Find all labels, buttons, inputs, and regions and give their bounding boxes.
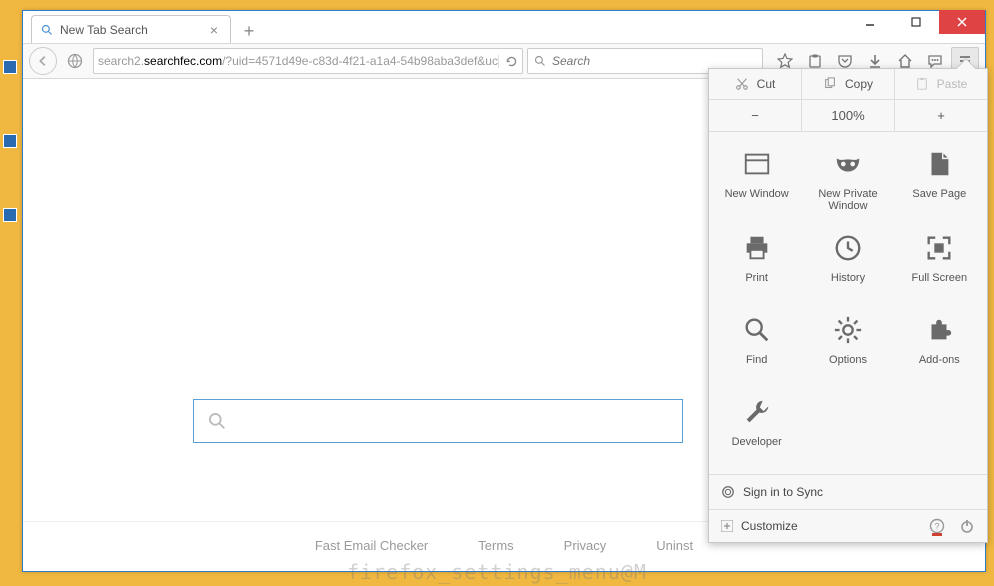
menu-item-label: Full Screen bbox=[912, 272, 968, 284]
menu-addons[interactable]: Add-ons bbox=[896, 306, 983, 384]
menu-history[interactable]: History bbox=[804, 224, 891, 302]
scissors-icon bbox=[735, 77, 749, 91]
url-pre: search2. bbox=[98, 54, 144, 68]
menu-item-label: New Window bbox=[725, 188, 789, 200]
zoom-level[interactable]: 100% bbox=[802, 100, 895, 131]
menu-find[interactable]: Find bbox=[713, 306, 800, 384]
search-input[interactable] bbox=[552, 54, 758, 68]
menu-item-label: Find bbox=[746, 354, 767, 366]
paste-button: Paste bbox=[895, 69, 987, 99]
menu-item-label: New Private Window bbox=[806, 188, 889, 212]
page-search-box[interactable] bbox=[193, 399, 683, 443]
paste-label: Paste bbox=[937, 77, 968, 91]
sign-in-to-sync[interactable]: Sign in to Sync bbox=[709, 474, 987, 509]
back-button[interactable] bbox=[29, 47, 57, 75]
url-text: search2.searchfec.com/?uid=4571d49e-c83d… bbox=[98, 54, 498, 68]
paste-icon bbox=[915, 77, 929, 91]
hamburger-menu-panel: Cut Copy Paste − 100% + New Window New P… bbox=[708, 68, 988, 543]
power-icon[interactable] bbox=[959, 518, 975, 534]
zoom-row: − 100% + bbox=[709, 100, 987, 132]
printer-icon bbox=[741, 232, 773, 264]
menu-new-window[interactable]: New Window bbox=[713, 140, 800, 220]
footer-link[interactable]: Privacy bbox=[564, 538, 607, 553]
fullscreen-icon bbox=[923, 232, 955, 264]
tab-close-button[interactable]: × bbox=[206, 22, 222, 38]
search-icon bbox=[40, 23, 54, 37]
file-icon bbox=[923, 148, 955, 180]
clock-icon bbox=[832, 232, 864, 264]
menu-item-label: Options bbox=[829, 354, 867, 366]
url-path: /?uid=4571d49e-c83d-4f21-a1a4-54b98aba3d… bbox=[222, 54, 498, 68]
desktop-shortcut-icon bbox=[3, 208, 17, 222]
menu-item-label: Add-ons bbox=[919, 354, 960, 366]
sign-in-label: Sign in to Sync bbox=[743, 485, 823, 499]
cut-label: Cut bbox=[757, 77, 776, 91]
copy-icon bbox=[823, 77, 837, 91]
window-icon bbox=[741, 148, 773, 180]
plus-icon bbox=[721, 520, 733, 532]
maximize-button[interactable] bbox=[893, 10, 939, 34]
puzzle-icon bbox=[923, 314, 955, 346]
identity-icon[interactable] bbox=[61, 47, 89, 75]
url-host: searchfec.com bbox=[144, 54, 222, 68]
url-bar[interactable]: search2.searchfec.com/?uid=4571d49e-c83d… bbox=[93, 48, 523, 74]
menu-item-label: History bbox=[831, 272, 865, 284]
menu-item-label: Print bbox=[745, 272, 768, 284]
svg-text:?: ? bbox=[934, 522, 939, 532]
menu-save-page[interactable]: Save Page bbox=[896, 140, 983, 220]
zoom-out-button[interactable]: − bbox=[709, 100, 802, 131]
mask-icon bbox=[832, 148, 864, 180]
footer-link[interactable]: Terms bbox=[478, 538, 513, 553]
minimize-button[interactable] bbox=[847, 10, 893, 34]
menu-item-label: Save Page bbox=[912, 188, 966, 200]
desktop-background bbox=[3, 0, 21, 586]
customize-row[interactable]: Customize ? bbox=[709, 509, 987, 542]
customize-label: Customize bbox=[741, 519, 798, 533]
gear-icon bbox=[832, 314, 864, 346]
footer-link[interactable]: Uninst bbox=[656, 538, 693, 553]
menu-options[interactable]: Options bbox=[804, 306, 891, 384]
search-icon bbox=[208, 412, 226, 430]
menu-developer[interactable]: Developer bbox=[713, 388, 800, 466]
search-icon bbox=[741, 314, 773, 346]
desktop-shortcut-icon bbox=[3, 134, 17, 148]
clipboard-row: Cut Copy Paste bbox=[709, 69, 987, 100]
wrench-icon bbox=[741, 396, 773, 428]
zoom-in-button[interactable]: + bbox=[895, 100, 987, 131]
footer-link[interactable]: Fast Email Checker bbox=[315, 538, 428, 553]
notification-dot bbox=[932, 533, 942, 536]
close-button[interactable] bbox=[939, 10, 985, 34]
desktop-shortcut-icon bbox=[3, 60, 17, 74]
help-icon[interactable]: ? bbox=[929, 518, 945, 534]
cut-button[interactable]: Cut bbox=[709, 69, 802, 99]
menu-new-private-window[interactable]: New Private Window bbox=[804, 140, 891, 220]
menu-full-screen[interactable]: Full Screen bbox=[896, 224, 983, 302]
tab-title: New Tab Search bbox=[60, 23, 148, 37]
sync-icon bbox=[721, 485, 735, 499]
reload-button[interactable] bbox=[498, 55, 518, 68]
menu-item-label: Developer bbox=[732, 436, 782, 448]
tab-active[interactable]: New Tab Search × bbox=[31, 15, 231, 43]
menu-print[interactable]: Print bbox=[713, 224, 800, 302]
new-tab-button[interactable]: + bbox=[237, 19, 261, 43]
copy-label: Copy bbox=[845, 77, 873, 91]
search-icon bbox=[532, 55, 548, 67]
menu-grid: New Window New Private Window Save Page … bbox=[709, 132, 987, 474]
copy-button[interactable]: Copy bbox=[802, 69, 895, 99]
